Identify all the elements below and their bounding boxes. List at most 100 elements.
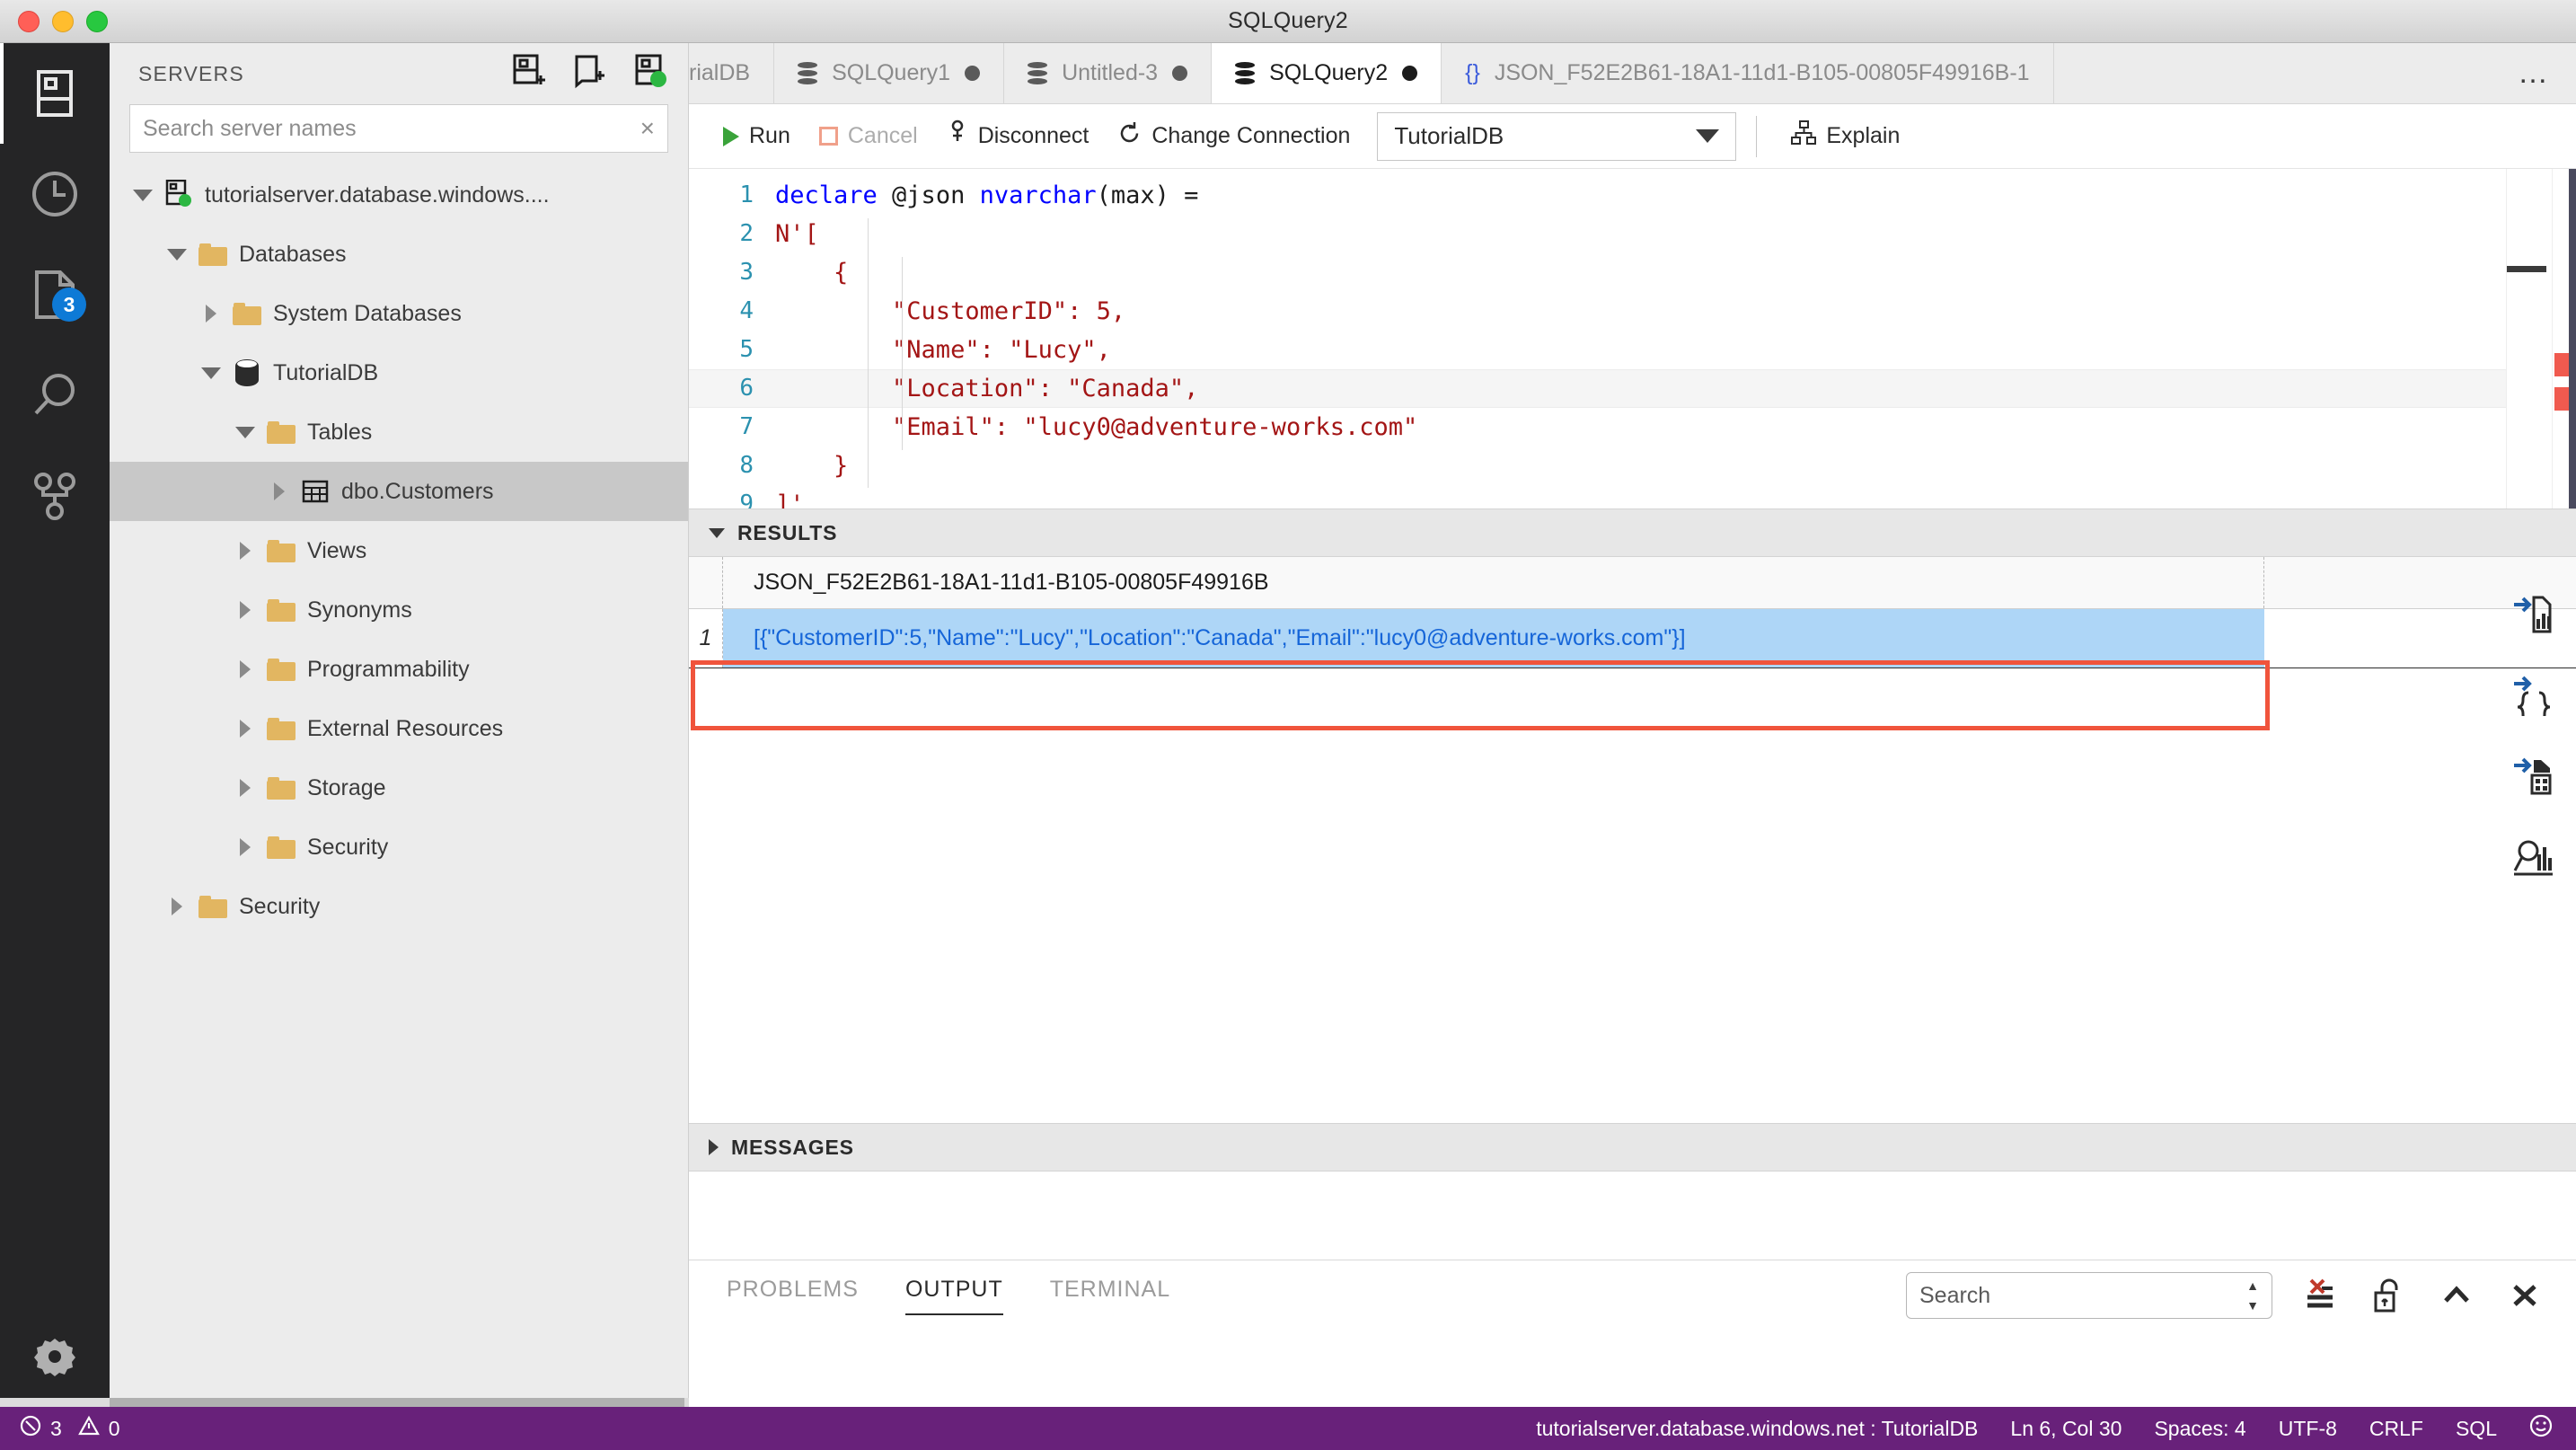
editor-tab[interactable]: SQLQuery2: [1212, 43, 1442, 103]
view-as-chart-icon[interactable]: [2511, 836, 2554, 879]
code-line[interactable]: 6 "Location": "Canada",: [689, 369, 2576, 408]
status-problems[interactable]: 3 0: [0, 1415, 120, 1442]
activity-history-icon[interactable]: [0, 144, 110, 244]
code-line[interactable]: 1 declare @json nvarchar(max) =: [689, 176, 2576, 215]
status-language-mode[interactable]: SQL: [2456, 1417, 2497, 1441]
editor-minimap[interactable]: [2506, 169, 2553, 508]
activity-source-control-icon[interactable]: [0, 446, 110, 546]
clear-search-icon[interactable]: ×: [640, 116, 655, 141]
tree-item[interactable]: Tables: [110, 402, 688, 462]
lock-scroll-icon[interactable]: [2368, 1275, 2409, 1316]
results-column-header[interactable]: JSON_F52E2B61-18A1-11d1-B105-00805F49916…: [723, 557, 2264, 608]
activity-notebooks-icon[interactable]: 3: [0, 244, 110, 345]
panel-tab[interactable]: PROBLEMS: [727, 1277, 859, 1315]
tree-item[interactable]: Synonyms: [110, 580, 688, 640]
code-line[interactable]: 8 }: [689, 446, 2576, 485]
activity-search-icon[interactable]: [0, 345, 110, 446]
code-line[interactable]: 9]': [689, 485, 2576, 508]
status-encoding[interactable]: UTF-8: [2279, 1417, 2337, 1441]
database-dropdown[interactable]: TutorialDB: [1377, 111, 1737, 161]
change-connection-button[interactable]: Change Connection: [1103, 121, 1364, 152]
chevron-down-icon[interactable]: [194, 367, 228, 379]
tree-item[interactable]: Security: [110, 877, 688, 936]
cancel-label: Cancel: [847, 123, 918, 148]
tree-item[interactable]: Security: [110, 818, 688, 877]
explain-button[interactable]: Explain: [1777, 120, 1914, 152]
activity-gear-icon[interactable]: [0, 1306, 110, 1407]
save-as-csv-icon[interactable]: [2511, 593, 2554, 636]
code-line[interactable]: 5 "Name": "Lucy",: [689, 331, 2576, 369]
code-line[interactable]: 4 "CustomerID": 5,: [689, 292, 2576, 331]
tree-item[interactable]: tutorialserver.database.windows....: [110, 165, 688, 225]
tree-item[interactable]: Databases: [110, 225, 688, 284]
editor-tab[interactable]: SQLQuery1: [774, 43, 1005, 103]
chevron-right-icon[interactable]: [228, 838, 262, 856]
activity-servers-icon[interactable]: [0, 43, 110, 144]
database-icon: [1235, 61, 1256, 85]
output-channel-stepper-icon[interactable]: ▲ ▼: [2246, 1279, 2259, 1312]
unsaved-indicator-icon[interactable]: [1172, 66, 1188, 81]
tree-item-label: Security: [307, 834, 389, 860]
status-connection[interactable]: tutorialserver.database.windows.net : Tu…: [1536, 1417, 1978, 1441]
tree-item[interactable]: Storage: [110, 758, 688, 818]
chevron-down-icon[interactable]: [126, 189, 160, 201]
new-server-group-icon[interactable]: [573, 54, 607, 94]
search-server-box[interactable]: ×: [129, 104, 668, 153]
disconnect-button[interactable]: Disconnect: [932, 119, 1104, 153]
chevron-right-icon[interactable]: [228, 660, 262, 678]
run-button[interactable]: Run: [709, 123, 805, 149]
clear-output-icon[interactable]: [2299, 1275, 2341, 1316]
chevron-right-icon[interactable]: [228, 779, 262, 797]
chevron-right-icon[interactable]: [160, 897, 194, 915]
chevron-right-icon[interactable]: [228, 601, 262, 619]
result-cell[interactable]: [{"CustomerID":5,"Name":"Lucy","Location…: [723, 609, 2264, 668]
table-row[interactable]: 1 [{"CustomerID":5,"Name":"Lucy","Locati…: [689, 609, 2576, 668]
scrollbar-thumb[interactable]: [110, 1398, 684, 1407]
refresh-servers-icon[interactable]: [634, 54, 668, 94]
chevron-right-icon[interactable]: [194, 305, 228, 323]
panel-search-box[interactable]: ▲▼: [1906, 1272, 2272, 1319]
tab-more-actions-icon[interactable]: …: [2492, 43, 2576, 103]
chevron-down-icon[interactable]: [160, 248, 194, 261]
feedback-smiley-icon[interactable]: [2529, 1414, 2553, 1443]
editor-tab-label: SQLQuery1: [832, 60, 951, 85]
close-panel-icon[interactable]: [2504, 1275, 2545, 1316]
status-indentation[interactable]: Spaces: 4: [2154, 1417, 2245, 1441]
code-line[interactable]: 7 "Email": "lucy0@adventure-works.com": [689, 408, 2576, 446]
code-line[interactable]: 2 N'[: [689, 215, 2576, 253]
chevron-right-icon[interactable]: [262, 482, 296, 500]
editor-tab[interactable]: rialDB: [689, 43, 775, 103]
tree-item-label: Synonyms: [307, 597, 412, 623]
editor-tab[interactable]: {} JSON_F52E2B61-18A1-11d1-B105-00805F499…: [1442, 43, 2054, 103]
chevron-right-icon[interactable]: [228, 542, 262, 560]
tree-item[interactable]: TutorialDB: [110, 343, 688, 402]
tree-item[interactable]: dbo.Customers: [110, 462, 688, 521]
save-as-json-icon[interactable]: [2511, 674, 2554, 717]
panel-tab[interactable]: OUTPUT: [904, 1277, 1003, 1315]
sidebar-horizontal-scrollbar[interactable]: [0, 1398, 689, 1407]
panel-search-input[interactable]: [1919, 1282, 2247, 1309]
chevron-down-icon[interactable]: [228, 426, 262, 438]
chevron-right-icon[interactable]: [228, 720, 262, 738]
results-grid: JSON_F52E2B61-18A1-11d1-B105-00805F49916…: [689, 557, 2576, 1123]
chevron-up-icon[interactable]: [2436, 1275, 2477, 1316]
search-input[interactable]: [143, 115, 640, 142]
messages-section-header[interactable]: MESSAGES: [689, 1123, 2576, 1171]
editor-edge-indicator: [2569, 169, 2576, 508]
status-cursor-position[interactable]: Ln 6, Col 30: [2010, 1417, 2122, 1441]
tree-item[interactable]: System Databases: [110, 284, 688, 343]
results-section-header[interactable]: RESULTS: [689, 508, 2576, 557]
new-connection-icon[interactable]: [512, 54, 546, 94]
cancel-button[interactable]: Cancel: [805, 123, 932, 149]
sql-code-editor[interactable]: 1 declare @json nvarchar(max) = 2 N'[3 {4 "…: [689, 169, 2576, 508]
tree-item[interactable]: External Resources: [110, 699, 688, 758]
code-line[interactable]: 3 {: [689, 253, 2576, 292]
save-as-excel-icon[interactable]: [2511, 755, 2554, 798]
unsaved-indicator-icon[interactable]: [965, 66, 981, 81]
tree-item[interactable]: Programmability: [110, 640, 688, 699]
editor-tab[interactable]: Untitled-3: [1004, 43, 1213, 103]
unsaved-indicator-icon[interactable]: [1402, 66, 1418, 81]
status-eol[interactable]: CRLF: [2369, 1417, 2423, 1441]
panel-tab[interactable]: TERMINAL: [1050, 1277, 1170, 1315]
tree-item[interactable]: Views: [110, 521, 688, 580]
